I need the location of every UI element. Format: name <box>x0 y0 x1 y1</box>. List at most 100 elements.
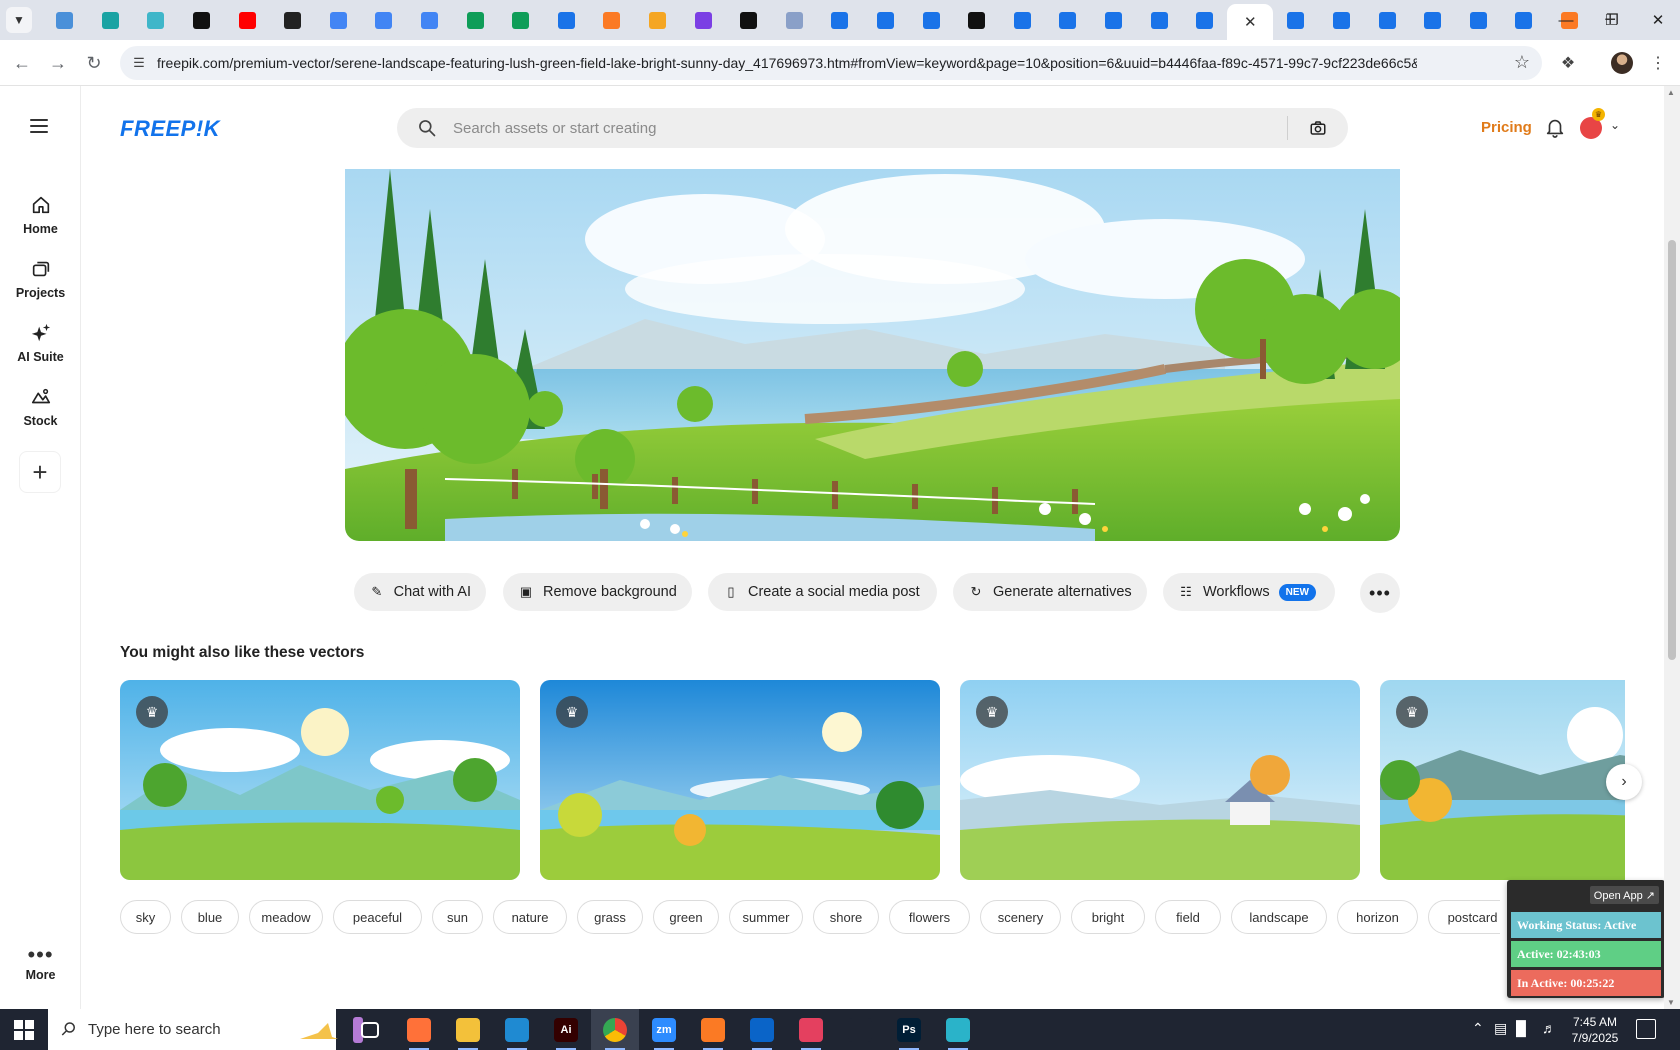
illustrator-taskbar-button[interactable]: Ai <box>542 1009 590 1050</box>
tag-chip[interactable]: sky <box>120 900 171 934</box>
tag-chip[interactable]: flowers <box>889 900 970 934</box>
xampp-taskbar-button[interactable] <box>689 1009 737 1050</box>
back-button[interactable]: ← <box>10 51 34 75</box>
close-window-button[interactable]: ✕ <box>1632 0 1680 40</box>
photoshop-taskbar-button[interactable]: Ps <box>885 1009 933 1050</box>
browser-tab[interactable] <box>544 4 590 36</box>
rail-item-more[interactable]: ••• More <box>0 944 81 983</box>
network-icon[interactable]: █ <box>1516 1020 1526 1036</box>
more-actions-button[interactable]: ••• <box>1360 573 1400 613</box>
taskbar-clock[interactable]: 7:45 AM 7/9/2025 <box>1560 1014 1630 1046</box>
tag-chip[interactable]: sun <box>432 900 483 934</box>
tag-chip[interactable]: postcard <box>1428 900 1500 934</box>
tag-chip[interactable]: scenery <box>980 900 1061 934</box>
carousel-next-button[interactable]: › <box>1606 764 1642 800</box>
browser-tab[interactable] <box>452 4 498 36</box>
remove-background-button[interactable]: ▣ Remove background <box>503 573 692 611</box>
add-icon[interactable]: + <box>19 451 61 493</box>
browser-tab[interactable]: ✕ <box>1227 4 1274 40</box>
vscode-taskbar-button[interactable] <box>493 1009 541 1050</box>
browser-tab[interactable] <box>361 4 407 36</box>
browser-tab[interactable] <box>88 4 134 36</box>
browser-tab[interactable] <box>999 4 1045 36</box>
tag-chip[interactable]: summer <box>729 900 803 934</box>
scrollbar-thumb[interactable] <box>1668 240 1676 660</box>
tag-chip[interactable]: grass <box>577 900 643 934</box>
chat-with-ai-button[interactable]: ✎ Chat with AI <box>354 573 486 611</box>
tag-chip[interactable]: peaceful <box>333 900 422 934</box>
browser-tab[interactable] <box>1091 4 1137 36</box>
open-app-button[interactable]: Open App ↗ <box>1589 886 1659 904</box>
tag-chip[interactable]: horizon <box>1337 900 1418 934</box>
browser-tab[interactable] <box>407 4 453 36</box>
scroll-up-arrow-icon[interactable]: ▲ <box>1667 88 1675 97</box>
related-card[interactable]: ♛ <box>1380 680 1625 880</box>
extensions-icon[interactable]: ❖ <box>1556 51 1580 75</box>
browser-tab[interactable] <box>270 4 316 36</box>
browser-tab[interactable] <box>1410 4 1456 36</box>
tag-chip[interactable]: nature <box>493 900 567 934</box>
browser-tab[interactable] <box>680 4 726 36</box>
generate-alternatives-button[interactable]: ↻ Generate alternatives <box>953 573 1147 611</box>
taskbar-search[interactable]: Type here to search <box>48 1009 363 1050</box>
volume-icon[interactable]: ♬ <box>1542 1020 1556 1036</box>
task-view-taskbar-button[interactable] <box>346 1009 394 1050</box>
minimize-button[interactable]: — <box>1540 0 1592 40</box>
browser-tab[interactable] <box>316 4 362 36</box>
app-taskbar-button[interactable] <box>934 1009 982 1050</box>
browser-tab[interactable] <box>224 4 270 36</box>
zoom-taskbar-button[interactable]: zm <box>640 1009 688 1050</box>
tag-chip[interactable]: landscape <box>1231 900 1327 934</box>
creative-cloud-taskbar-button[interactable] <box>787 1009 835 1050</box>
tag-chip[interactable]: green <box>653 900 719 934</box>
browser-tab[interactable] <box>1045 4 1091 36</box>
tray-chevron-icon[interactable]: ⌃ <box>1472 1020 1484 1037</box>
file-explorer-taskbar-button[interactable] <box>444 1009 492 1050</box>
outlook-taskbar-button[interactable] <box>738 1009 786 1050</box>
notification-center-icon[interactable] <box>1636 1019 1656 1039</box>
tag-chip[interactable]: shore <box>813 900 879 934</box>
rail-item-home[interactable]: Home <box>0 194 81 238</box>
pricing-link[interactable]: Pricing <box>1481 119 1532 136</box>
browser-tab[interactable] <box>589 4 635 36</box>
browser-tab[interactable] <box>863 4 909 36</box>
tag-chip[interactable]: meadow <box>249 900 323 934</box>
firefox-taskbar-button[interactable] <box>395 1009 443 1050</box>
hamburger-menu-icon[interactable] <box>28 116 50 138</box>
camera-search-icon[interactable] <box>1307 117 1329 139</box>
browser-tab[interactable] <box>1182 4 1228 36</box>
browser-tab[interactable] <box>1136 4 1182 36</box>
bell-icon[interactable] <box>1544 116 1566 138</box>
profile-avatar[interactable] <box>1611 52 1633 74</box>
browser-tab[interactable] <box>179 4 225 36</box>
tray-app-icon[interactable]: ▤ <box>1494 1020 1507 1037</box>
tab-search-button[interactable]: ▼ <box>6 7 32 33</box>
browser-tab[interactable] <box>635 4 681 36</box>
browser-menu-icon[interactable]: ⋮ <box>1646 51 1670 75</box>
browser-tab[interactable] <box>908 4 954 36</box>
browser-tab[interactable] <box>1273 4 1319 36</box>
browser-tab[interactable] <box>954 4 1000 36</box>
freepik-logo[interactable]: FREEP!K <box>120 116 220 142</box>
pen-tool-taskbar-button[interactable] <box>836 1009 884 1050</box>
search-input[interactable] <box>453 108 1253 148</box>
address-bar[interactable]: ☰ freepik.com/premium-vector/serene-land… <box>120 46 1542 80</box>
browser-tab[interactable] <box>133 4 179 36</box>
rail-item-projects[interactable]: Projects <box>0 258 81 302</box>
reload-button[interactable]: ↻ <box>82 51 106 75</box>
browser-tab[interactable] <box>1319 4 1365 36</box>
rail-item-ai-suite[interactable]: AI Suite <box>0 322 81 366</box>
hero-image[interactable] <box>345 169 1400 541</box>
browser-tab[interactable] <box>1364 4 1410 36</box>
tag-chip[interactable]: bright <box>1071 900 1145 934</box>
related-card[interactable]: ♛ <box>540 680 940 880</box>
scroll-down-arrow-icon[interactable]: ▼ <box>1667 998 1675 1007</box>
site-settings-icon[interactable]: ☰ <box>130 54 148 72</box>
browser-tab[interactable] <box>726 4 772 36</box>
chevron-down-icon[interactable]: ⌄ <box>1610 118 1620 132</box>
related-card[interactable]: ♛ <box>120 680 520 880</box>
tag-chip[interactable]: field <box>1155 900 1221 934</box>
start-button[interactable] <box>0 1009 48 1050</box>
bookmark-star-icon[interactable]: ☆ <box>1514 52 1530 73</box>
page-scrollbar[interactable]: ▲ ▼ <box>1664 86 1680 1009</box>
